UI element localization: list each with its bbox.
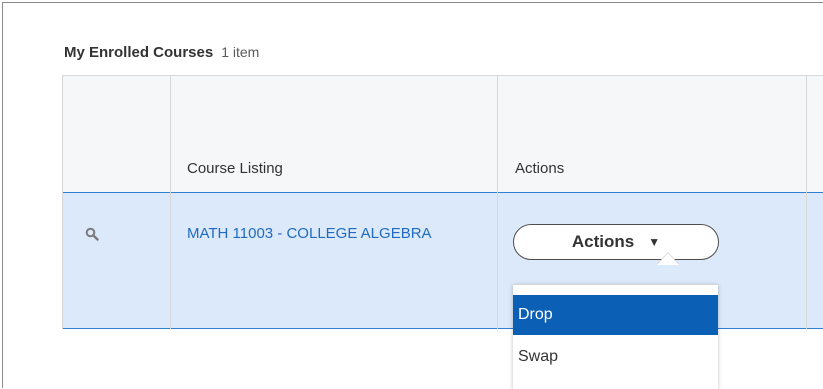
item-count: 1 item [221,44,260,60]
column-header-course-listing: Course Listing [187,160,283,177]
actions-button-label: Actions [571,232,635,251]
caret-down-icon: ▼ [648,235,661,249]
section-header: My Enrolled Courses 1 item [64,44,259,68]
actions-button[interactable]: Actions ▼ [513,224,719,260]
grid-divider [497,75,498,329]
course-listing-link[interactable]: MATH 11003 - COLLEGE ALGEBRA [187,223,437,245]
grid-divider [806,75,807,329]
dropdown-pointer [657,253,679,265]
column-header-actions: Actions [515,160,565,177]
table-header-row: Course Listing Actions [62,75,823,193]
menu-item-swap[interactable]: Swap [513,337,718,377]
grid-divider [170,75,171,329]
section-title: My Enrolled Courses [64,44,214,61]
grid-line-left [62,75,63,329]
search-icon[interactable] [85,227,99,241]
menu-item-drop[interactable]: Drop [513,295,718,335]
actions-dropdown-menu: Drop Swap [513,284,718,389]
